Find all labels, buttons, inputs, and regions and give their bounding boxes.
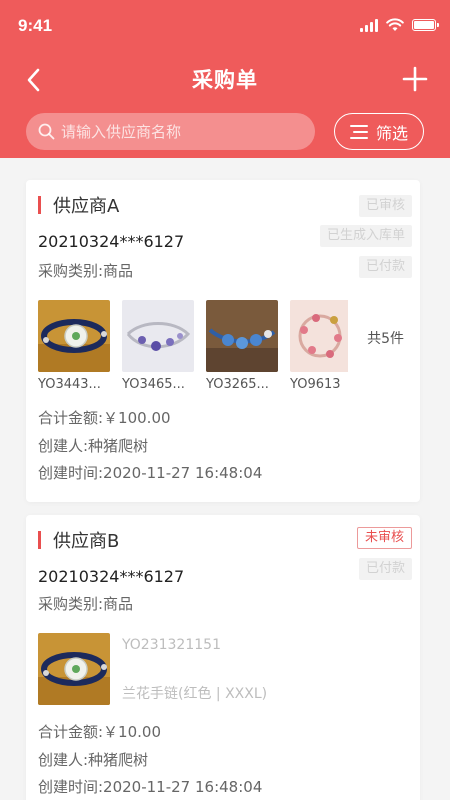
status-badge-stock-in-created: 已生成入库单 — [319, 225, 412, 247]
order-total: 合计金额:￥10.00 — [38, 723, 161, 741]
bracelet-image — [206, 300, 278, 372]
status-badge-approved: 已审核 — [358, 195, 412, 217]
supplier-name: 供应商B — [53, 531, 120, 552]
add-icon[interactable] — [402, 66, 428, 92]
battery-icon — [412, 19, 439, 31]
filter-list-icon — [349, 124, 368, 139]
supplier-name: 供应商A — [53, 196, 120, 217]
product-name: 兰花手链(红色 | XXXL) — [122, 686, 268, 702]
product-thumb[interactable]: YO3265... — [206, 300, 278, 392]
filter-button[interactable]: 筛选 — [334, 113, 424, 150]
order-creator: 创建人:种猪爬树 — [38, 751, 149, 769]
search-icon — [38, 123, 55, 140]
order-category: 采购类别:商品 — [38, 262, 134, 280]
search-input[interactable]: 请输入供应商名称 — [26, 113, 315, 150]
search-placeholder: 请输入供应商名称 — [61, 123, 182, 141]
item-count[interactable]: 共5件 — [367, 328, 404, 348]
status-icons — [360, 18, 439, 32]
product-code: YO3265... — [206, 377, 269, 392]
product-code: YO231321151 — [122, 637, 221, 653]
product-code: YO3465... — [122, 377, 185, 392]
supplier-marker — [38, 531, 41, 549]
product-code: YO3443... — [38, 377, 101, 392]
status-time: 9:41 — [18, 16, 53, 35]
product-thumbnails: YO3443... YO3465... YO3265... YO9613 — [38, 300, 348, 392]
filter-label: 筛选 — [375, 123, 408, 143]
product-thumb[interactable]: YO3443... — [38, 300, 110, 392]
product-thumb[interactable]: YO9613 — [290, 300, 348, 392]
order-number: 20210324***6127 — [38, 232, 185, 251]
supplier-row: 供应商A — [38, 192, 119, 218]
bracelet-image[interactable] — [38, 633, 110, 705]
cellular-signal-icon — [360, 18, 378, 32]
product-thumb[interactable]: YO3465... — [122, 300, 194, 392]
wifi-icon — [386, 18, 404, 31]
product-code: YO9613 — [290, 377, 341, 392]
supplier-row: 供应商B — [38, 527, 119, 553]
status-bar: 9:41 — [0, 0, 450, 52]
supplier-marker — [38, 196, 41, 214]
order-total: 合计金额:￥100.00 — [38, 409, 171, 427]
page-title: 采购单 — [192, 68, 258, 92]
order-creator: 创建人:种猪爬树 — [38, 437, 149, 455]
bracelet-image — [290, 300, 348, 372]
order-card[interactable]: 供应商B 未审核 已付款 20210324***6127 采购类别:商品 YO2… — [26, 515, 420, 800]
header: 9:41 采购单 请输入供应商名称 筛选 — [0, 0, 450, 158]
order-created-time: 创建时间:2020-11-27 16:48:04 — [38, 778, 263, 796]
status-badge-paid: 已付款 — [358, 256, 412, 278]
bracelet-image — [122, 300, 194, 372]
bracelet-image — [38, 300, 110, 372]
order-category: 采购类别:商品 — [38, 595, 134, 613]
order-card[interactable]: 供应商A 已审核 已生成入库单 已付款 20210324***6127 采购类别… — [26, 180, 420, 502]
status-badge-paid: 已付款 — [358, 558, 412, 580]
status-badge-unapproved: 未审核 — [356, 527, 412, 549]
order-number: 20210324***6127 — [38, 567, 185, 586]
order-created-time: 创建时间:2020-11-27 16:48:04 — [38, 464, 263, 482]
